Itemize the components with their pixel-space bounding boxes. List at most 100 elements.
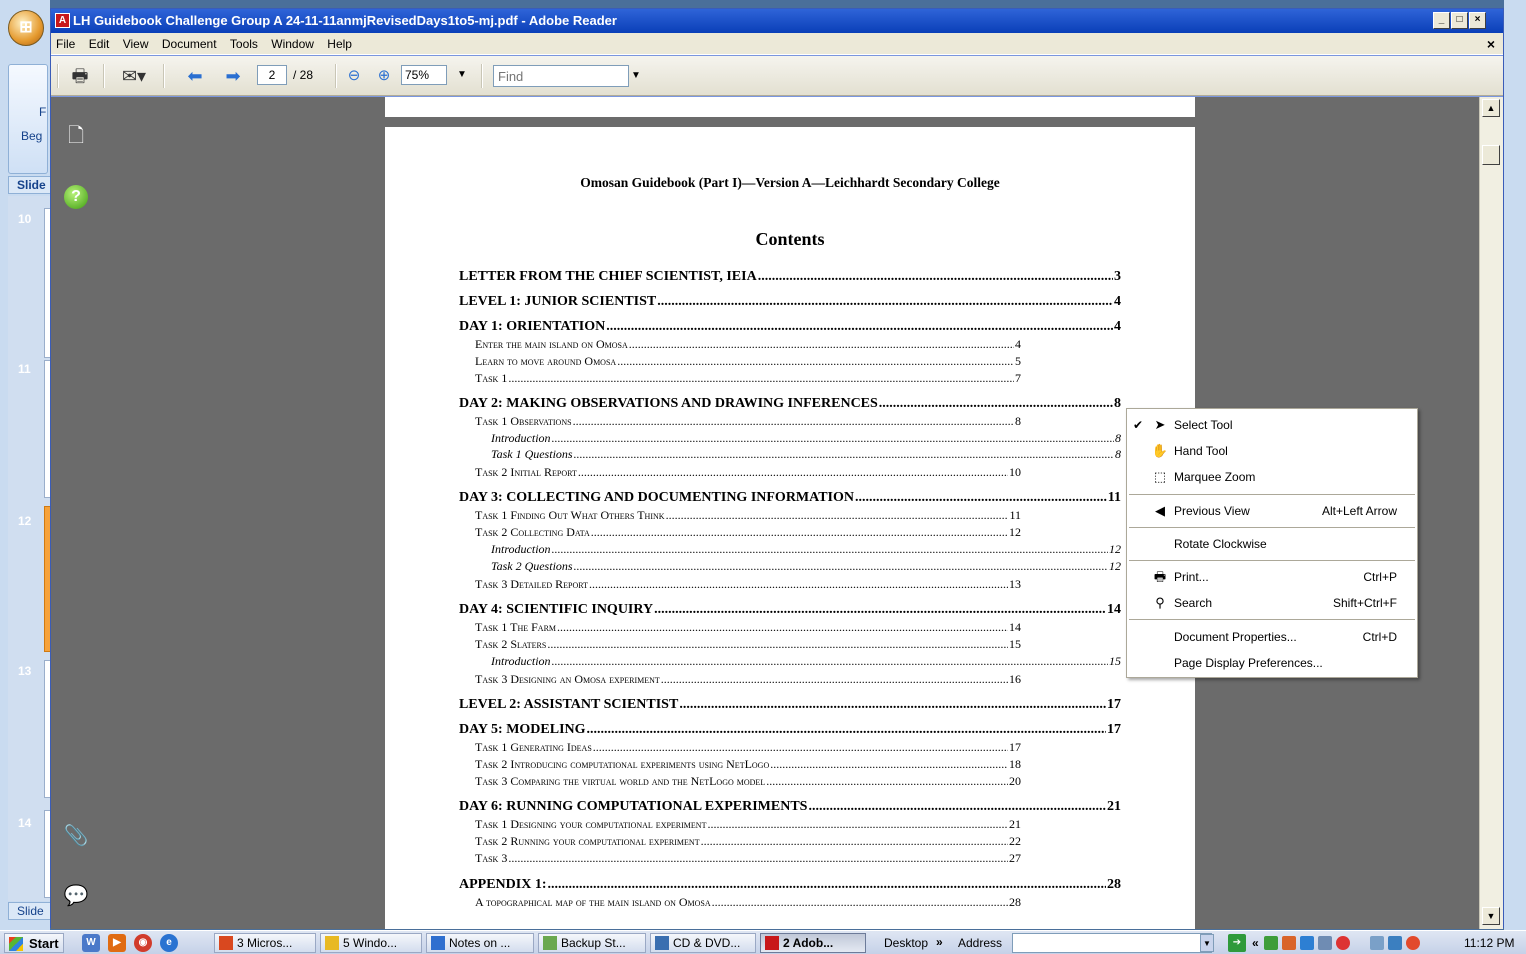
start-button[interactable]: Start [4,933,64,953]
toc-entry[interactable]: LEVEL 1: JUNIOR SCIENTIST 4 [459,294,1121,310]
office-button-icon[interactable]: ⊞ [8,10,44,46]
media-quicklaunch-icon[interactable]: ▶ [108,934,126,952]
toc-entry[interactable]: APPENDIX 1: 28 [459,877,1121,893]
vertical-scrollbar[interactable]: ▲ ▼ [1479,97,1503,929]
context-menu-item[interactable]: ◀ Previous View Alt+Left Arrow [1127,499,1417,523]
toc-entry[interactable]: Learn to move around Omosa 5 [475,354,1021,368]
taskbar-button[interactable]: 3 Micros... [214,933,316,953]
toc-entry[interactable]: Task 1 The Farm 14 [475,620,1021,634]
comments-icon[interactable]: 💬 [63,883,89,909]
update-tray-icon[interactable] [1336,936,1350,950]
pages-icon[interactable]: 🗋 [63,123,89,149]
context-menu-item[interactable]: ✋ Hand Tool [1127,439,1417,463]
help-icon[interactable]: ? [64,185,88,209]
toc-entry[interactable]: Introduction 12 [491,542,1121,556]
scroll-down-icon[interactable]: ▼ [1482,907,1500,925]
close-button[interactable]: × [1469,12,1486,29]
context-menu-item[interactable]: Document Properties... Ctrl+D [1127,625,1417,649]
address-dropdown-icon[interactable]: ▼ [1200,934,1214,952]
toc-entry[interactable]: Task 2 Slaters 15 [475,637,1021,651]
toc-entry[interactable]: Task 1 7 [475,371,1021,385]
context-menu-item[interactable]: ✔ ➤ Select Tool [1127,413,1417,437]
toc-entry[interactable]: Task 3 Comparing the virtual world and t… [475,774,1021,788]
toc-entry[interactable]: LEVEL 2: ASSISTANT SCIENTIST 17 [459,697,1121,713]
ribbon-button[interactable]: F Beg [8,64,48,174]
toc-entry[interactable]: Task 2 Introducing computational experim… [475,757,1021,771]
toc-entry[interactable]: Task 2 Initial Report 10 [475,465,1021,479]
toc-entry[interactable]: Task 1 Finding Out What Others Think 11 [475,508,1021,522]
toc-entry[interactable]: DAY 3: COLLECTING AND DOCUMENTING INFORM… [459,490,1121,506]
app-tray-icon[interactable] [1282,936,1296,950]
toc-entry[interactable]: Task 1 Generating Ideas 17 [475,740,1021,754]
taskbar-button[interactable]: 2 Adob... [760,933,866,953]
toc-entry[interactable]: Task 1 Designing your computational expe… [475,817,1021,831]
security-tray-icon[interactable] [1264,936,1278,950]
toc-entry[interactable]: Enter the main island on Omosa 4 [475,337,1021,351]
browser-quicklaunch-icon[interactable]: ◉ [134,934,152,952]
toc-entry[interactable]: A topographical map of the main island o… [475,895,1021,909]
scroll-thumb[interactable] [1482,145,1500,165]
taskbar-button[interactable]: Notes on ... [426,933,534,953]
toc-entry[interactable]: Introduction 15 [491,654,1121,668]
zoom-dropdown-icon[interactable]: ▼ [457,65,467,85]
zoom-in-icon[interactable]: ⊕ [375,64,393,88]
volume-muted-icon[interactable] [1406,936,1420,950]
email-icon[interactable]: ✉▾ [117,64,151,88]
page-number-input[interactable] [257,65,287,85]
chevron-right-icon[interactable]: » [936,931,943,953]
find-dropdown-icon[interactable]: ▼ [631,65,641,87]
toc-entry[interactable]: DAY 6: RUNNING COMPUTATIONAL EXPERIMENTS… [459,799,1121,815]
toc-entry[interactable]: LETTER FROM THE CHIEF SCIENTIST, IEIA 3 [459,269,1121,285]
context-menu-item[interactable]: Rotate Clockwise [1127,532,1417,556]
maximize-button[interactable]: □ [1451,12,1468,29]
network-tray-icon[interactable] [1300,936,1314,950]
print-icon[interactable]: 🖶 [67,64,93,88]
notes-tray-icon[interactable] [1370,936,1384,950]
menu-file[interactable]: File [51,33,80,55]
desktop-toolbar-label[interactable]: Desktop [884,931,928,954]
toc-entry[interactable]: DAY 2: MAKING OBSERVATIONS AND DRAWING I… [459,396,1121,412]
toc-entry[interactable]: Task 2 Questions 12 [491,559,1121,573]
taskbar-button[interactable]: Backup St... [538,933,646,953]
close-document-icon[interactable]: × [1487,33,1495,55]
toc-entry[interactable]: DAY 5: MODELING 17 [459,722,1121,738]
toc-entry[interactable]: Task 3 Detailed Report 13 [475,577,1021,591]
taskbar-button[interactable]: 5 Windo... [320,933,422,953]
monitor-tray-icon[interactable] [1318,936,1332,950]
find-input[interactable] [493,65,629,87]
menu-help[interactable]: Help [322,33,357,55]
menu-window[interactable]: Window [266,33,319,55]
toc-entry[interactable]: Introduction 8 [491,431,1121,445]
menu-view[interactable]: View [118,33,154,55]
scroll-up-icon[interactable]: ▲ [1482,99,1500,117]
go-icon[interactable]: ➔ [1228,934,1246,952]
menu-tools[interactable]: Tools [225,33,263,55]
toc-entry[interactable]: Task 1 Questions 8 [491,447,1121,461]
minimize-button[interactable]: _ [1433,12,1450,29]
tray-expand-icon[interactable]: « [1252,931,1259,954]
address-input[interactable] [1012,933,1212,953]
toc-entry[interactable]: Task 2 Collecting Data 12 [475,525,1021,539]
slide-tab[interactable]: Slide [8,902,52,920]
word-quicklaunch-icon[interactable]: W [82,934,100,952]
toc-entry[interactable]: Task 1 Observations 8 [475,414,1021,428]
toc-entry[interactable]: DAY 1: ORIENTATION 4 [459,319,1121,335]
zoom-out-icon[interactable]: ⊖ [345,64,363,88]
context-menu-item[interactable]: 🖶 Print... Ctrl+P [1127,565,1417,589]
toc-entry[interactable]: Task 3 27 [475,851,1021,865]
taskbar-button[interactable]: CD & DVD... [650,933,756,953]
previous-page-icon[interactable]: ⬅ [183,64,207,88]
menu-document[interactable]: Document [157,33,222,55]
toc-entry[interactable]: Task 2 Running your computational experi… [475,834,1021,848]
connection-tray-icon[interactable] [1388,936,1402,950]
context-menu-item[interactable]: ⚲ Search Shift+Ctrl+F [1127,591,1417,615]
next-page-icon[interactable]: ➡ [221,64,245,88]
menu-edit[interactable]: Edit [84,33,115,55]
toc-entry[interactable]: DAY 4: SCIENTIFIC INQUIRY 14 [459,602,1121,618]
title-bar[interactable]: A LH Guidebook Challenge Group A 24-11-1… [51,9,1503,33]
context-menu-item[interactable]: ⬚ Marquee Zoom [1127,465,1417,489]
zoom-input[interactable] [401,65,447,85]
toc-entry[interactable]: Task 3 Designing an Omosa experiment 16 [475,672,1021,686]
slides-tab[interactable]: Slide [8,176,52,194]
internet-explorer-icon[interactable]: e [160,934,178,952]
